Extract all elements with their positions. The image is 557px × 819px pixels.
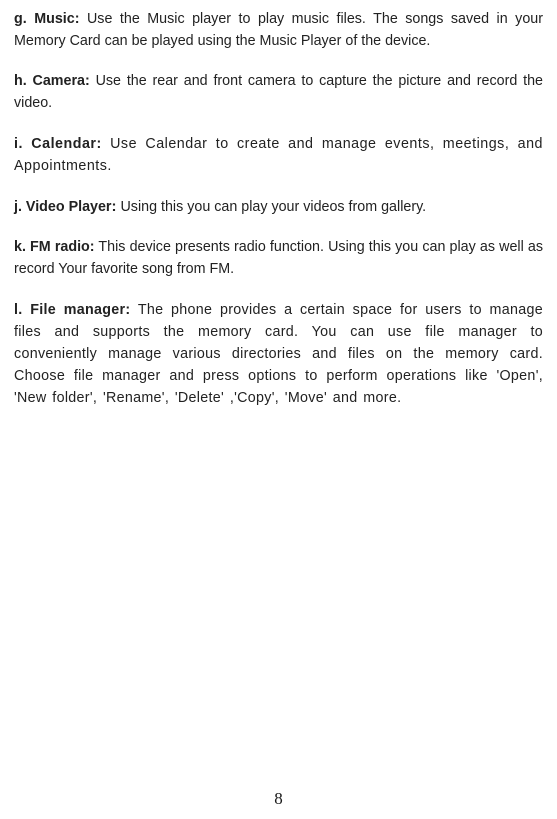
section-text-video: Using this you can play your videos from… [117, 199, 427, 215]
section-label-fm: k. FM radio: [14, 239, 95, 255]
section-label-music: g. Music: [14, 11, 79, 27]
document-content: g. Music: Use the Music player to play m… [14, 8, 543, 409]
section-calendar: i. Calendar: Use Calendar to create and … [14, 133, 543, 177]
section-camera: h. Camera: Use the rear and front camera… [14, 70, 543, 114]
section-label-calendar: i. Calendar: [14, 136, 102, 152]
section-label-video-main: Video Player [22, 199, 112, 215]
section-label-camera: h. Camera: [14, 73, 90, 89]
section-file-manager: l. File manager: The phone provides a ce… [14, 299, 543, 410]
section-video-player: j. Video Player: Using this you can play… [14, 195, 543, 218]
section-music: g. Music: Use the Music player to play m… [14, 8, 543, 52]
section-text-music: Use the Music player to play music files… [14, 11, 543, 49]
section-fm-radio: k. FM radio: This device presents radio … [14, 236, 543, 280]
page-number: 8 [0, 789, 557, 809]
section-label-file-manager: l. File manager: [14, 302, 130, 318]
section-text-camera: Use the rear and front camera to capture… [14, 73, 543, 111]
section-label-video-prefix: j. [14, 199, 22, 215]
